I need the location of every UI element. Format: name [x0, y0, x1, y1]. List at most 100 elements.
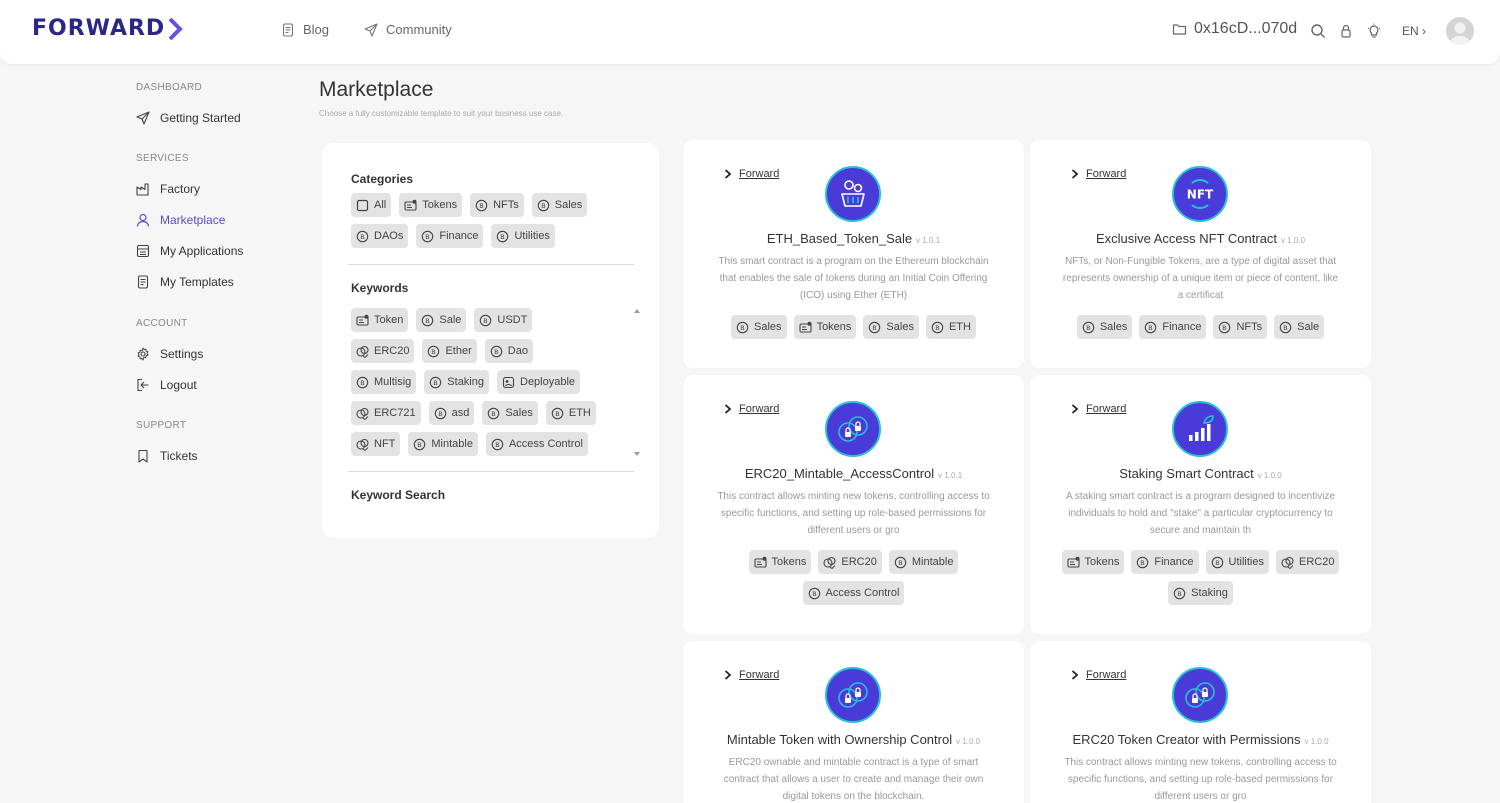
tag-chip-tokens[interactable]: Tokens: [399, 193, 463, 217]
tag-chip-label: Tokens: [816, 321, 852, 333]
card-publisher-link[interactable]: Forward: [1071, 168, 1126, 180]
tag-chip-label: NFT: [374, 438, 396, 450]
sidebar-section-account: ACCOUNT: [136, 318, 188, 329]
card-publisher-link[interactable]: Forward: [1071, 669, 1126, 681]
tag-chip-staking[interactable]: B Staking: [1168, 581, 1233, 605]
tag-chip-sale[interactable]: B Sale: [416, 308, 467, 332]
tag-chip-sales[interactable]: B Sales: [531, 193, 588, 217]
tag-chip-staking[interactable]: B Staking: [424, 370, 489, 394]
tag-chip-nfts[interactable]: B NFTs: [470, 193, 524, 217]
nft-icon: NFT: [1187, 179, 1214, 209]
search-icon[interactable]: [1310, 23, 1326, 39]
sidebar-item-settings[interactable]: Settings: [136, 347, 203, 361]
tag-chip-sales[interactable]: B Sales: [482, 401, 538, 425]
card-publisher-label: Forward: [739, 403, 780, 415]
card-publisher-link[interactable]: Forward: [724, 168, 779, 180]
sidebar-item-tickets[interactable]: Tickets: [136, 449, 198, 463]
sidebar-item-label: Settings: [160, 347, 204, 361]
wallet-address-button[interactable]: 0x16cD...070d: [1172, 20, 1297, 38]
tag-chip-mintable[interactable]: B Mintable: [408, 432, 478, 456]
card-publisher-link[interactable]: Forward: [1071, 403, 1126, 415]
lightbulb-icon[interactable]: [1366, 23, 1382, 39]
sidebar-item-factory[interactable]: Factory: [136, 182, 200, 196]
card-description: NFTs, or Non-Fungible Tokens, are a type…: [1062, 256, 1339, 301]
sidebar-item-my-applications[interactable]: My Applications: [136, 244, 243, 258]
template-card[interactable]: Forward ERC20 Token Creator with Permissi…: [1030, 641, 1371, 803]
forward-logo[interactable]: FORWARD: [32, 16, 184, 41]
template-card[interactable]: Forward ERC20_Mintable_AccessControl v 1.0…: [683, 375, 1024, 634]
tag-chip-nft[interactable]: NFT: [351, 432, 401, 456]
card-tag-list: B Sales B Finance B NFTs B Sale: [1050, 315, 1351, 339]
avatar[interactable]: [1446, 17, 1474, 45]
tag-chip-label: USDT: [497, 314, 528, 326]
tag-chip-sales[interactable]: B Sales: [731, 315, 787, 339]
tag-chip-utilities[interactable]: B Utilities: [491, 224, 555, 248]
tag-chip-label: Tokens: [422, 199, 458, 211]
coin-icon: B: [894, 556, 907, 568]
nav-community[interactable]: Community: [364, 22, 452, 37]
tag-chip-token[interactable]: Token: [351, 308, 409, 332]
tag-chip-all[interactable]: All: [351, 193, 392, 217]
tag-chip-erc20[interactable]: ERC20: [818, 550, 882, 574]
nav-community-label: Community: [386, 22, 452, 37]
tag-chip-sales[interactable]: B Sales: [1076, 315, 1133, 339]
card-title[interactable]: Mintable Token with Ownership Control v 1…: [683, 732, 1024, 747]
template-card[interactable]: Forward Staking Smart Contract v 1.0.0 A st…: [1030, 375, 1371, 634]
coin-icon: B: [1137, 556, 1149, 568]
sidebar-item-getting-started[interactable]: Getting Started: [136, 111, 241, 125]
tag-chip-dao[interactable]: B Dao: [484, 339, 533, 363]
tag-chip-tokens[interactable]: Tokens: [748, 550, 812, 574]
template-card[interactable]: Forward NFT Exclusive Access NFT Contract v…: [1030, 140, 1371, 368]
categories-title: Categories: [351, 172, 414, 186]
keywords-scrollbar[interactable]: [632, 305, 642, 460]
card-title[interactable]: Exclusive Access NFT Contract v 1.0.0: [1030, 231, 1371, 246]
card-title[interactable]: ERC20 Token Creator with Permissions v 1.…: [1030, 732, 1371, 747]
tag-chip-finance[interactable]: B Finance: [1139, 315, 1207, 339]
tag-chip-access-control[interactable]: B Access Control: [802, 581, 905, 605]
sidebar-item-my-templates[interactable]: My Templates: [136, 275, 234, 289]
tag-chip-tokens[interactable]: Tokens: [1061, 550, 1125, 574]
card-publisher-link[interactable]: Forward: [724, 669, 779, 681]
coin-icon: B: [808, 587, 820, 599]
card-description: A staking smart contract is a program de…: [1065, 491, 1336, 536]
tag-chip-finance[interactable]: B Finance: [1131, 550, 1199, 574]
lock-icon[interactable]: [1338, 23, 1354, 39]
tag-chip-ether[interactable]: B Ether: [422, 339, 477, 363]
language-selector[interactable]: EN ›: [1402, 24, 1426, 38]
tag-chip-usdt[interactable]: B USDT: [474, 308, 533, 332]
tag-chip-multisig[interactable]: B Multisig: [351, 370, 417, 394]
tag-chip-access-control[interactable]: B Access Control: [485, 432, 588, 456]
template-card[interactable]: Forward Mintable Token with Ownership Con…: [683, 641, 1024, 803]
coins-icon: [823, 556, 836, 569]
tag-chip-nfts[interactable]: B NFTs: [1213, 315, 1268, 339]
card-title[interactable]: ERC20_Mintable_AccessControl v 1.0.1: [683, 466, 1024, 481]
chevron-right-icon: [1071, 169, 1079, 179]
card-title[interactable]: ETH_Based_Token_Sale v 1.0.1: [683, 231, 1024, 246]
sidebar-item-label: Logout: [160, 378, 197, 392]
tag-chip-utilities[interactable]: B Utilities: [1205, 550, 1269, 574]
tag-chip-sale[interactable]: B Sale: [1274, 315, 1325, 339]
tag-chip-finance[interactable]: B Finance: [416, 224, 484, 248]
nav-blog[interactable]: Blog: [281, 22, 329, 37]
svg-text:B: B: [935, 324, 939, 332]
sidebar-item-logout[interactable]: Logout: [136, 378, 197, 392]
tag-chip-daos[interactable]: B DAOs: [351, 224, 409, 248]
tag-chip-tokens[interactable]: Tokens: [793, 315, 857, 339]
keyword-search-title[interactable]: Keyword Search: [351, 488, 445, 502]
tag-chip-erc20[interactable]: ERC20: [351, 339, 415, 363]
card-description: This smart contract is a program on the …: [718, 256, 989, 301]
tag-chip-erc721[interactable]: ERC721: [351, 401, 421, 425]
card-publisher-link[interactable]: Forward: [724, 403, 779, 415]
tag-chip-sales[interactable]: B Sales: [863, 315, 919, 339]
template-card[interactable]: Forward ETH_Based_Token_Sale v 1.0.1 This s…: [683, 140, 1024, 368]
sidebar-item-marketplace[interactable]: Marketplace: [136, 213, 225, 227]
tag-chip-erc20[interactable]: ERC20: [1275, 550, 1340, 574]
tag-chip-eth[interactable]: B ETH: [545, 401, 596, 425]
svg-text:B: B: [541, 202, 545, 210]
tag-chip-asd[interactable]: Basd: [428, 401, 475, 425]
svg-text:B: B: [501, 233, 505, 241]
card-title[interactable]: Staking Smart Contract v 1.0.0: [1030, 466, 1371, 481]
tag-chip-eth[interactable]: B ETH: [925, 315, 976, 339]
tag-chip-mintable[interactable]: B Mintable: [888, 550, 959, 574]
tag-chip-deployable[interactable]: Deployable: [497, 370, 581, 394]
